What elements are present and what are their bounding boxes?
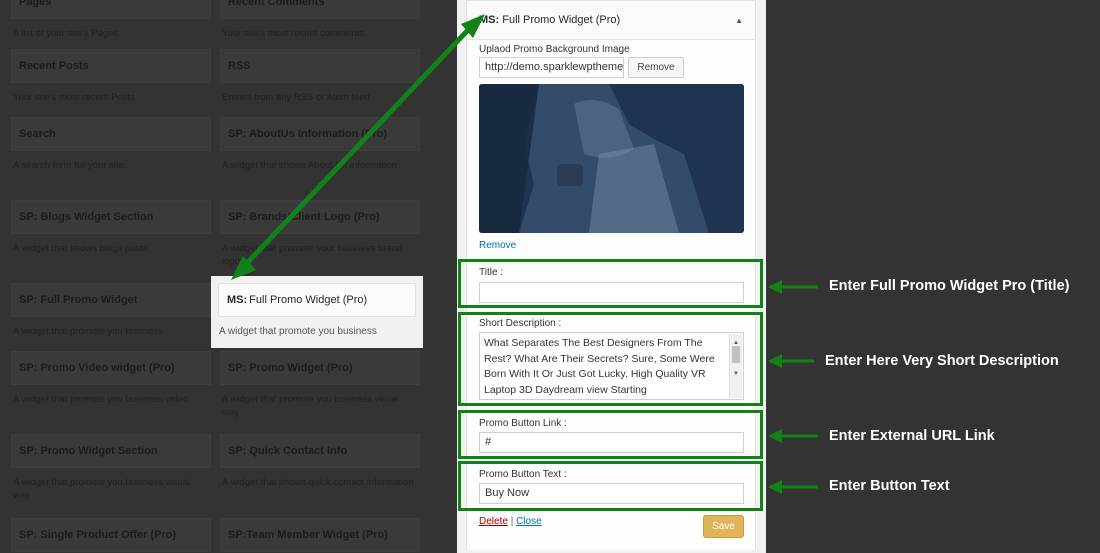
url-arrow-head-icon	[768, 429, 782, 443]
annotation-title: Enter Full Promo Widget Pro (Title)	[829, 278, 1070, 294]
annotation-short-desc: Enter Here Very Short Description	[825, 353, 1059, 369]
desc-arrow-head-icon	[768, 354, 782, 368]
title-arrow-head-icon	[768, 280, 782, 294]
annotation-url: Enter External URL Link	[829, 428, 995, 444]
double-arrow-line	[246, 28, 470, 264]
annotation-button-text: Enter Button Text	[829, 478, 950, 494]
annotation-arrows	[231, 14, 818, 494]
button-text-arrow-head-icon	[768, 480, 782, 494]
